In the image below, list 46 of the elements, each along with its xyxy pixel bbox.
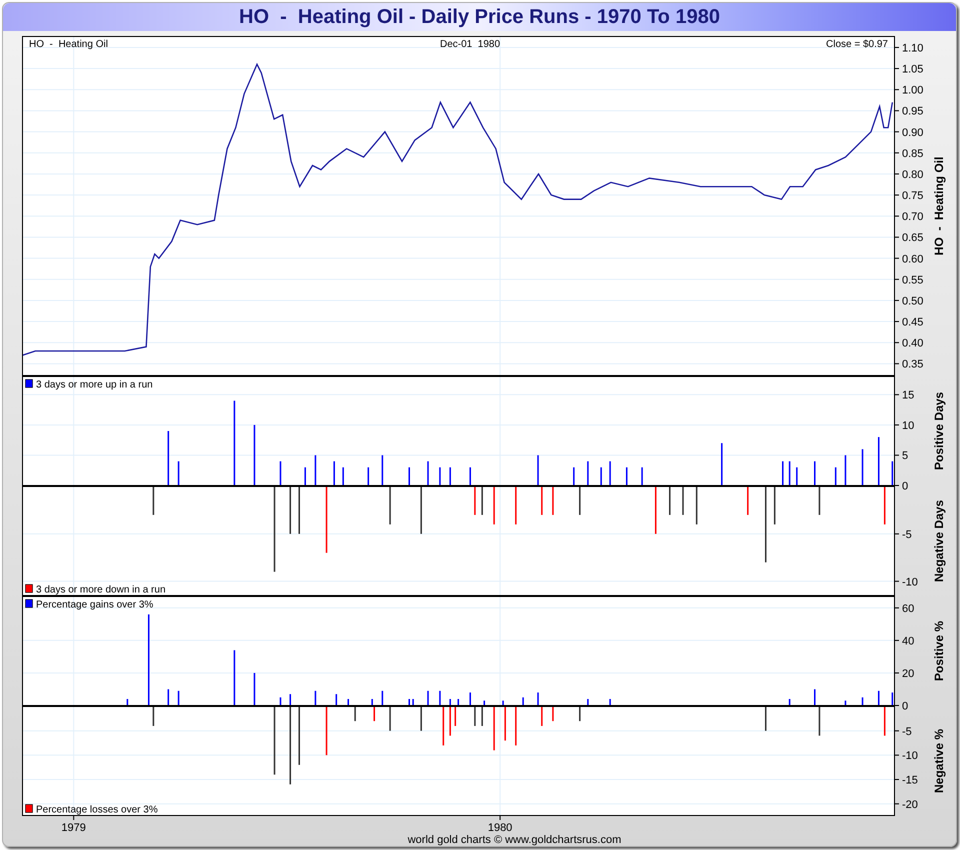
axis-tick-label: 15 [902,390,914,402]
axis-tick-label: 0 [902,700,908,712]
axis-tick-label: 0.50 [902,295,924,308]
axis-tick-label: -5 [902,528,912,541]
axis-tick-label: 0.70 [902,211,924,224]
close-price-label: Close = $0.97 [826,39,888,50]
axis-tick-label: 1.10 [902,42,924,54]
axis-tick-label: 1979 [61,822,86,834]
legend-label: Percentage losses over 3% [36,804,158,816]
axis-tick-label: 1.05 [902,64,924,76]
axis-tick-label: 1.00 [902,84,924,97]
axis-tick-label: 5 [902,450,908,462]
axis-tick-label: 1980 [488,822,512,834]
footer-credit: world gold charts © www.goldchartsrus.com [408,835,622,846]
axis-tick-label: -20 [902,798,918,811]
axis-tick-label: -5 [902,726,912,738]
axis-tick-label: 0.90 [902,126,924,139]
chart-title: HO - Heating Oil - Daily Price Runs - 1970 To 1980 [239,7,720,27]
axis-tick-label: 0.65 [902,232,924,244]
axis-tick-label: 20 [902,668,914,680]
axis-tick-label: 0.95 [902,106,924,118]
axis-title: Positive Days [932,392,946,470]
axis-title: HO - Heating Oil [932,156,946,256]
axis-tick-label: 0.80 [902,168,924,181]
legend-label: Percentage gains over 3% [36,600,154,610]
axis-title: Negative Days [932,500,946,582]
axis-tick-label: 0.85 [902,148,924,160]
axis-tick-label: 0.35 [902,358,924,371]
axis-tick-label: -15 [902,774,918,786]
axis-tick-label: 0.45 [902,316,924,329]
axis-tick-label: 0 [902,480,908,492]
axis-tick-label: 0.75 [902,190,924,202]
axis-tick-label: 10 [902,420,914,432]
axis-tick-label: 0.55 [902,274,924,286]
date-label: Dec-01 1980 [440,39,500,50]
axis-tick-label: 40 [902,635,914,648]
legend-label: 3 days or more up in a run [36,380,153,390]
legend-label: 3 days or more down in a run [36,584,166,596]
axis-title: Negative % [932,728,946,794]
axis-tick-label: -10 [902,576,918,588]
symbol-label: HO - Heating Oil [29,39,108,50]
axis-tick-label: 60 [902,602,914,615]
axis-tick-label: -10 [902,750,918,762]
axis-title: Positive % [932,620,946,682]
axis-tick-label: 0.60 [902,253,924,266]
axis-tick-label: 0.40 [902,338,924,350]
